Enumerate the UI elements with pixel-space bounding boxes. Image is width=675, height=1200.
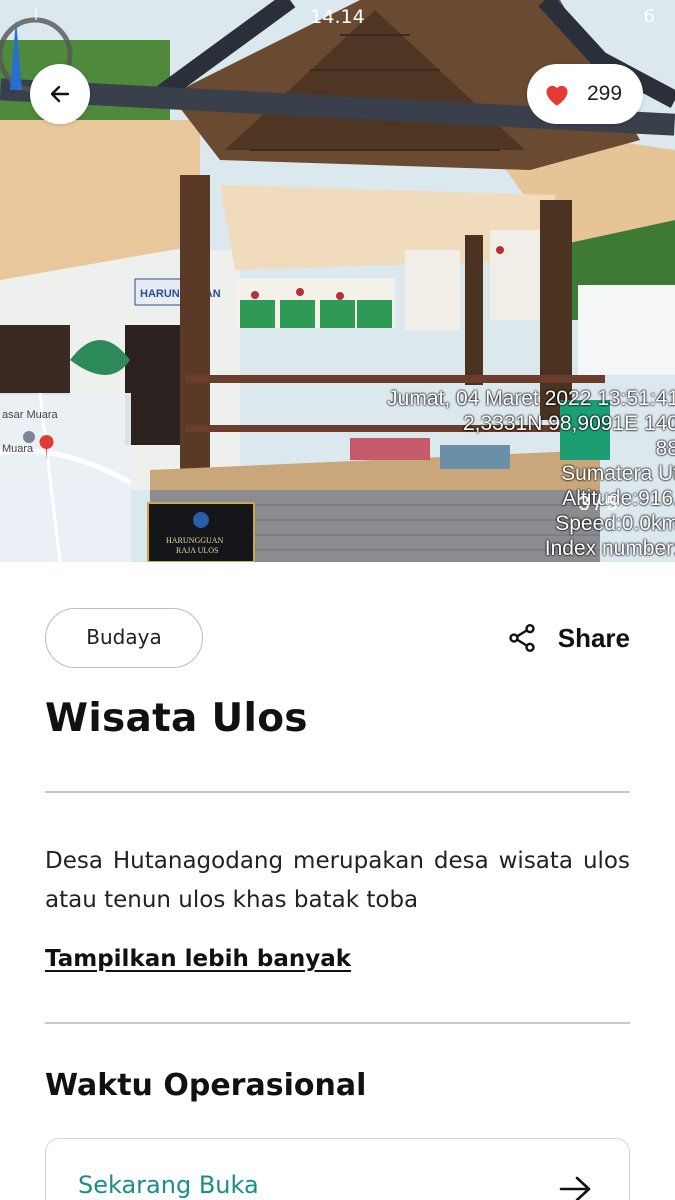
status-battery: 6 [643,6,655,27]
arrow-left-icon [50,85,70,103]
photo-timestamp-overlay: Jumat, 04 Maret 2022 13:51:41 2,3331N 98… [387,386,675,561]
share-label: Share [557,622,630,653]
stamp-line: 2,3331N 98,9091E 140 [462,412,675,435]
plaque-line-1: HARUNGGUAN [166,536,224,545]
stamp-line: Jumat, 04 Maret 2022 13:51:41 [387,387,675,410]
gps-map-thumbnail: asar Muara Muara [0,393,131,562]
stamp-line: 88 [655,437,675,460]
operational-hours-card[interactable]: Sekarang Buka [45,1138,630,1200]
description-text: Desa Hutanagodang merupakan desa wisata … [45,848,630,913]
divider [45,791,630,793]
open-status-text: Sekarang Buka [78,1171,259,1199]
status-bar: l 14.14 6 [0,0,675,36]
image-counter: 3 / 5 [578,493,618,515]
arrow-right-icon [559,1176,591,1200]
back-button[interactable] [30,64,90,124]
map-label-1: asar Muara [2,409,58,421]
hero-image-carousel[interactable]: HARUNGGUAN RAJA ULOS l 14.14 6 299 asar … [0,0,675,562]
share-button[interactable]: Share [506,622,630,654]
like-button[interactable]: 299 [527,64,643,124]
page-title: Wisata Ulos [45,696,308,741]
stamp-line: Sumatera Ut [561,462,675,485]
heart-icon [546,85,568,106]
show-more-link[interactable]: Tampilkan lebih banyak [45,946,351,972]
like-count: 299 [587,82,623,105]
detail-content: Budaya Share Wisata Ulos Desa Hutanagoda… [0,562,675,1200]
status-time: 14.14 [310,6,365,28]
plaque-line-2: RAJA ULOS [176,546,218,555]
share-icon [509,624,535,652]
category-chip[interactable]: Budaya [45,608,203,668]
map-label-2: Muara [2,443,34,455]
stamp-line: Index number: [544,537,675,560]
divider [45,1022,630,1024]
operational-hours-title: Waktu Operasional [45,1068,367,1103]
